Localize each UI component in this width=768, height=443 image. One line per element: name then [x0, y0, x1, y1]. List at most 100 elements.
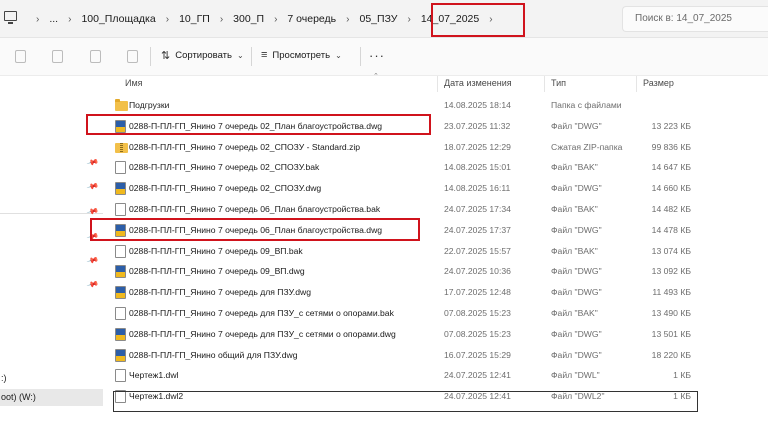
- breadcrumb-item[interactable]: 05_ПЗУ: [360, 13, 398, 25]
- chevron-right-icon[interactable]: ›: [220, 14, 223, 25]
- pin-icon[interactable]: 📌: [86, 278, 99, 291]
- file-row[interactable]: 0288-П-ПЛ-ГП_Янино 7 очередь 09_ВП.bak 22…: [103, 241, 768, 262]
- nav-item-drive[interactable]: :): [0, 373, 7, 383]
- annotation-highlight-breadcrumb: [431, 3, 525, 37]
- pin-icon[interactable]: 📌: [86, 180, 99, 193]
- search-input[interactable]: Поиск в: 14_07_2025: [622, 6, 768, 32]
- file-name: 0288-П-ПЛ-ГП_Янино 7 очередь 02_СПОЗУ.ba…: [129, 162, 320, 173]
- rename-icon[interactable]: [52, 50, 63, 63]
- focus-outline: [113, 391, 698, 412]
- sort-icon: ⇅: [161, 50, 171, 62]
- column-header-name[interactable]: Имя: [125, 78, 143, 88]
- file-row[interactable]: 0288-П-ПЛ-ГП_Янино 7 очередь 09_ВП.dwg 24…: [103, 261, 768, 282]
- file-size: 14 478 КБ: [651, 224, 691, 235]
- document-icon: [115, 203, 126, 216]
- file-row[interactable]: 0288-П-ПЛ-ГП_Янино 7 очередь 02_СПОЗУ.dw…: [103, 178, 768, 199]
- sort-label: Сортировать: [175, 50, 232, 61]
- sort-button[interactable]: ⇅ Сортировать ⌄: [161, 49, 244, 62]
- file-type: Файл "DWG": [551, 224, 602, 235]
- file-name: 0288-П-ПЛ-ГП_Янино 7 очередь 02_СПОЗУ - …: [129, 141, 361, 152]
- file-size: 14 647 КБ: [651, 162, 691, 173]
- file-date: 24.07.2025 12:41: [444, 370, 511, 381]
- document-icon: [115, 369, 126, 383]
- file-row[interactable]: 0288-П-ПЛ-ГП_Янино общий для ПЗУ.dwg 16.0…: [103, 345, 768, 366]
- paste-icon[interactable]: [15, 50, 26, 63]
- annotation-highlight-row: [90, 218, 420, 241]
- folder-icon: [115, 99, 128, 111]
- file-row[interactable]: Чертеж1.dwl 24.07.2025 12:41 Файл "DWL" 1 К…: [103, 365, 768, 386]
- file-date: 18.07.2025 12:29: [444, 141, 511, 152]
- file-date: 23.07.2025 11:32: [444, 120, 511, 131]
- file-name: Подгрузки: [129, 100, 170, 110]
- file-date: 07.08.2025 15:23: [444, 328, 511, 339]
- document-icon: [115, 307, 126, 320]
- document-icon: [115, 244, 126, 258]
- view-icon: ≡: [261, 49, 268, 61]
- file-row[interactable]: 0288-П-ПЛ-ГП_Янино 7 очередь 02_СПОЗУ - …: [103, 137, 768, 158]
- file-size: 13 501 КБ: [651, 328, 691, 339]
- file-size: 14 482 КБ: [651, 204, 691, 214]
- share-icon[interactable]: [90, 50, 101, 63]
- column-header-date[interactable]: Дата изменения: [444, 78, 512, 88]
- toolbar-divider: [360, 47, 361, 66]
- file-type: Файл "DWG": [551, 120, 602, 131]
- file-type: Файл "BAK": [551, 245, 598, 256]
- file-row[interactable]: 0288-П-ПЛ-ГП_Янино 7 очередь для ПЗУ_с с…: [103, 324, 768, 345]
- toolbar-divider: [150, 47, 151, 66]
- file-type: Сжатая ZIP-папка: [551, 141, 623, 152]
- file-list: ⌃ Имя Дата изменения Тип Размер Подгрузк…: [86, 73, 768, 443]
- file-type: Файл "DWL": [551, 370, 600, 381]
- annotation-highlight-row: [86, 114, 431, 135]
- file-type: Файл "BAK": [551, 308, 598, 318]
- column-header-size[interactable]: Размер: [643, 78, 674, 88]
- file-date: 22.07.2025 15:57: [444, 245, 511, 256]
- chevron-right-icon[interactable]: ›: [274, 14, 277, 25]
- file-size: 13 074 КБ: [651, 245, 691, 256]
- column-header-type[interactable]: Тип: [551, 78, 566, 88]
- more-options-icon[interactable]: ···: [369, 48, 385, 63]
- file-size: 13 223 КБ: [651, 120, 691, 131]
- file-type: Файл "DWG": [551, 266, 602, 277]
- column-divider[interactable]: [636, 76, 637, 92]
- chevron-right-icon[interactable]: ›: [407, 14, 410, 25]
- document-icon: [115, 161, 126, 175]
- view-button[interactable]: ≡ Просмотреть ⌄: [261, 49, 342, 61]
- breadcrumb-item[interactable]: 10_ГП: [179, 13, 210, 25]
- file-size: 13 092 КБ: [651, 266, 691, 277]
- breadcrumb-overflow[interactable]: ...: [49, 13, 58, 25]
- dwg-file-icon: [115, 286, 126, 300]
- chevron-right-icon[interactable]: ›: [346, 14, 349, 25]
- file-row[interactable]: 0288-П-ПЛ-ГП_Янино 7 очередь для ПЗУ_с с…: [103, 303, 768, 324]
- chevron-right-icon[interactable]: ›: [166, 14, 169, 25]
- dwg-file-icon: [115, 182, 126, 196]
- chevron-down-icon: ⌄: [236, 51, 244, 60]
- breadcrumb-item[interactable]: 100_Площадка: [81, 13, 155, 25]
- pin-icon[interactable]: 📌: [86, 156, 99, 169]
- file-row[interactable]: 0288-П-ПЛ-ГП_Янино 7 очередь для ПЗУ.dwg…: [103, 282, 768, 303]
- nav-item-drive-w[interactable]: oot) (W:): [0, 389, 103, 406]
- pin-icon[interactable]: 📌: [86, 205, 99, 218]
- chevron-right-icon[interactable]: ›: [68, 14, 71, 25]
- file-name: 0288-П-ПЛ-ГП_Янино 7 очередь 09_ВП.dwg: [129, 266, 305, 277]
- chevron-up-icon: ⌃: [373, 73, 379, 80]
- file-name: 0288-П-ПЛ-ГП_Янино 7 очередь 09_ВП.bak: [129, 245, 303, 256]
- file-row[interactable]: Подгрузки 14.08.2025 18:14 Папка с файлами: [103, 95, 768, 116]
- file-name: 0288-П-ПЛ-ГП_Янино 7 очередь для ПЗУ_с с…: [129, 328, 396, 339]
- dwg-file-icon: [115, 265, 126, 279]
- column-divider[interactable]: [437, 76, 438, 92]
- file-date: 24.07.2025 17:34: [444, 204, 511, 214]
- pin-icon[interactable]: 📌: [86, 254, 99, 267]
- file-size: 11 493 КБ: [652, 287, 691, 298]
- this-pc-icon[interactable]: [4, 11, 17, 24]
- file-row[interactable]: 0288-П-ПЛ-ГП_Янино 7 очередь 02_СПОЗУ.ba…: [103, 157, 768, 178]
- chevron-right-icon[interactable]: ›: [36, 14, 39, 25]
- file-size: 18 220 КБ: [651, 349, 691, 360]
- command-bar: ⇅ Сортировать ⌄ ≡ Просмотреть ⌄ ···: [0, 38, 768, 76]
- breadcrumb-item[interactable]: 300_П: [233, 13, 264, 25]
- file-date: 14.08.2025 15:01: [444, 162, 511, 173]
- file-type: Файл "DWG": [551, 287, 602, 298]
- breadcrumb-item[interactable]: 7 очередь: [287, 13, 336, 25]
- delete-icon[interactable]: [127, 50, 138, 63]
- column-divider[interactable]: [544, 76, 545, 92]
- file-row[interactable]: 0288-П-ПЛ-ГП_Янино 7 очередь 06_План бла…: [103, 199, 768, 220]
